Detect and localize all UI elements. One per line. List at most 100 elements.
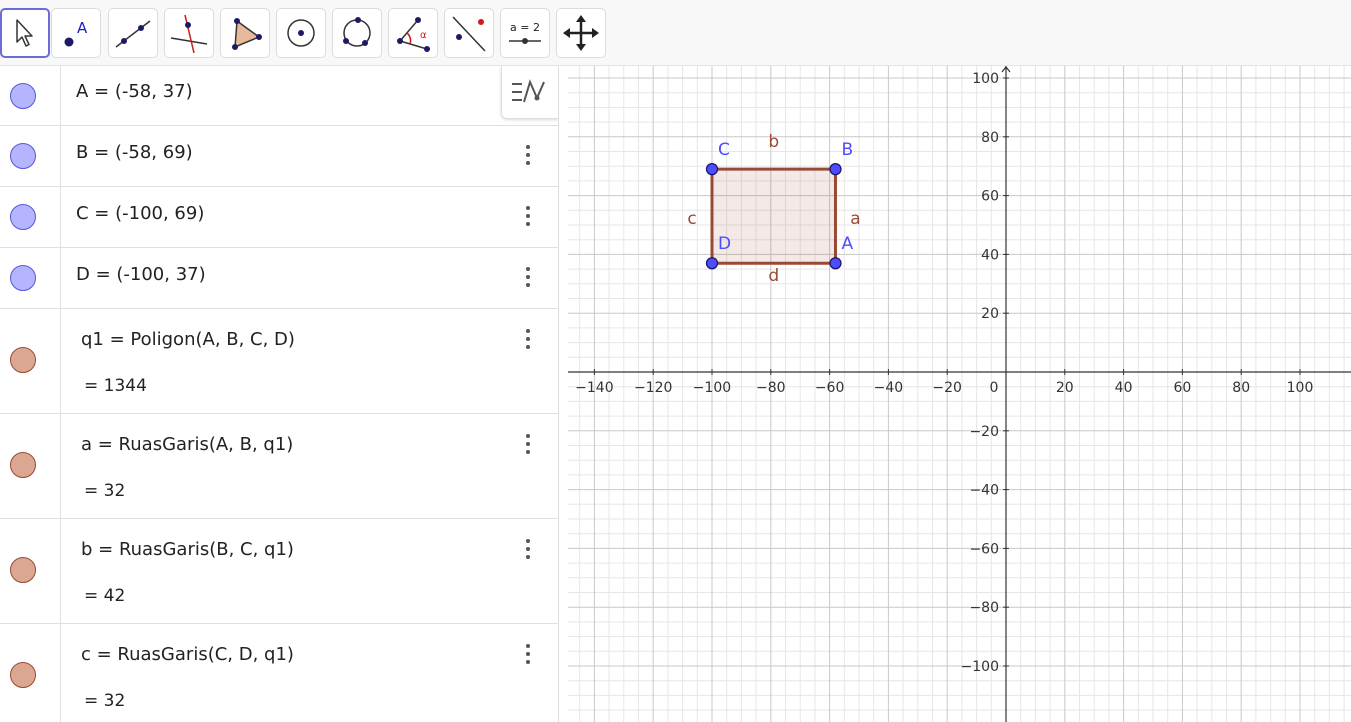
- visibility-toggle-icon[interactable]: [10, 452, 36, 478]
- x-tick-label: 80: [1232, 380, 1250, 396]
- x-tick-label: −100: [693, 380, 731, 396]
- point-tool-button[interactable]: A: [51, 8, 101, 58]
- more-options-icon[interactable]: [521, 267, 535, 289]
- algebra-row-b[interactable]: b = RuasGaris(B, C, q1) = 42: [0, 519, 558, 624]
- y-tick-label: 20: [981, 306, 999, 322]
- visibility-toggle-icon[interactable]: [10, 143, 36, 169]
- reflect-tool-button[interactable]: [444, 8, 494, 58]
- marble-cell: [0, 519, 61, 623]
- algebra-row-D[interactable]: D = (-100, 37): [0, 248, 558, 309]
- more-options-icon[interactable]: [521, 329, 535, 351]
- point-icon: A: [64, 19, 88, 47]
- perpendicular-tool-button[interactable]: [164, 8, 214, 58]
- circle-center-tool-button[interactable]: [276, 8, 326, 58]
- algebra-definition[interactable]: c = RuasGaris(C, D, q1): [81, 644, 294, 665]
- y-tick-label: 40: [981, 247, 999, 263]
- segment-label-c: c: [687, 209, 696, 229]
- point-A[interactable]: [829, 257, 842, 270]
- algebra-value: = 32: [84, 481, 126, 501]
- visibility-toggle-icon[interactable]: [10, 662, 36, 688]
- x-tick-label: −120: [634, 380, 672, 396]
- algebra-definition[interactable]: b = RuasGaris(B, C, q1): [81, 539, 294, 560]
- algebra-row-q1[interactable]: q1 = Poligon(A, B, C, D) = 1344: [0, 309, 558, 414]
- x-tick-label: 60: [1173, 380, 1191, 396]
- angle-tool-button[interactable]: α: [388, 8, 438, 58]
- marble-cell: [0, 414, 61, 518]
- algebra-definition[interactable]: a = RuasGaris(A, B, q1): [81, 434, 293, 455]
- x-tick-label: 100: [1287, 380, 1314, 396]
- circle-three-points-tool-button[interactable]: [332, 8, 382, 58]
- slider-tool-label: a = 2: [510, 21, 540, 34]
- algebra-value: = 42: [84, 586, 126, 606]
- point-label-B: B: [841, 140, 853, 160]
- segment-label-a: a: [850, 209, 860, 229]
- more-options-icon[interactable]: [521, 434, 535, 456]
- algebra-definition[interactable]: A = (-58, 37): [76, 81, 193, 102]
- algebra-definition[interactable]: B = (-58, 69): [76, 142, 193, 163]
- more-options-icon[interactable]: [521, 539, 535, 561]
- move-graphics-tool-button[interactable]: [556, 8, 606, 58]
- y-tick-label: −40: [969, 483, 999, 499]
- angle-icon: α: [397, 17, 430, 52]
- visibility-toggle-icon[interactable]: [10, 83, 36, 109]
- perpendicular-line-icon: [170, 14, 208, 54]
- algebra-value: = 32: [84, 691, 126, 711]
- segment-label-d: d: [768, 266, 779, 286]
- polygon-icon: [232, 18, 262, 50]
- circle-three-points-icon: [343, 17, 371, 47]
- point-B[interactable]: [829, 162, 842, 176]
- y-tick-label: 60: [981, 189, 999, 205]
- visibility-toggle-icon[interactable]: [10, 204, 36, 230]
- toolbar: A α a = 2: [0, 0, 1351, 66]
- point-label-D: D: [718, 234, 731, 254]
- more-options-icon[interactable]: [521, 145, 535, 167]
- point-label-A: A: [841, 234, 853, 254]
- circle-center-icon: [287, 19, 315, 47]
- slider-tool-button[interactable]: a = 2: [500, 8, 550, 58]
- angle-tool-label: α: [420, 30, 427, 41]
- algebra-row-B[interactable]: B = (-58, 69): [0, 126, 558, 187]
- move-arrows-icon: [563, 15, 599, 51]
- marble-cell: [0, 624, 61, 722]
- marble-cell: [0, 187, 61, 247]
- line-tool-button[interactable]: [108, 8, 158, 58]
- x-tick-label: 0: [990, 380, 999, 396]
- x-tick-label: −80: [756, 380, 786, 396]
- x-tick-label: −60: [815, 380, 845, 396]
- y-tick-label: 80: [981, 130, 999, 146]
- algebra-row-C[interactable]: C = (-100, 69): [0, 187, 558, 248]
- algebra-row-a[interactable]: a = RuasGaris(A, B, q1) = 32: [0, 414, 558, 519]
- point-D[interactable]: [705, 257, 719, 270]
- coordinate-plane[interactable]: −140 −120 −100 −80 −60 −40 −20 0 20 40 60 80 100 100…: [568, 66, 1351, 722]
- algebra-definition[interactable]: C = (-100, 69): [76, 203, 204, 224]
- more-options-icon[interactable]: [521, 206, 535, 228]
- line-icon: [115, 20, 151, 48]
- algebra-value: = 1344: [84, 376, 147, 396]
- segment-label-b: b: [768, 132, 779, 152]
- visibility-toggle-icon[interactable]: [10, 265, 36, 291]
- point-C[interactable]: [705, 162, 719, 176]
- reflect-icon: [452, 16, 486, 52]
- algebra-row-A[interactable]: A = (-58, 37): [0, 66, 558, 126]
- point-tool-label: A: [77, 19, 88, 37]
- x-tick-label: 20: [1056, 380, 1074, 396]
- more-options-icon[interactable]: [521, 644, 535, 666]
- move-tool-button[interactable]: [0, 8, 50, 58]
- visibility-toggle-icon[interactable]: [10, 557, 36, 583]
- y-tick-label: −60: [969, 541, 999, 557]
- y-tick-label: 100: [972, 71, 999, 87]
- algebra-row-c[interactable]: c = RuasGaris(C, D, q1) = 32: [0, 624, 558, 722]
- point-label-C: C: [718, 140, 730, 160]
- x-tick-label: −20: [932, 380, 962, 396]
- algebra-definition[interactable]: q1 = Poligon(A, B, C, D): [81, 329, 295, 350]
- visibility-toggle-icon[interactable]: [10, 347, 36, 373]
- algebra-definition[interactable]: D = (-100, 37): [76, 264, 206, 285]
- graphics-view[interactable]: −140 −120 −100 −80 −60 −40 −20 0 20 40 60 80 100 100…: [568, 66, 1351, 722]
- algebra-style-button[interactable]: [501, 66, 558, 119]
- polygon-tool-button[interactable]: [220, 8, 270, 58]
- algebra-view: A = (-58, 37) B = (-58, 69) C = (-100, 6…: [0, 66, 559, 722]
- arrow-cursor-icon: [16, 19, 33, 47]
- marble-cell: [0, 309, 61, 413]
- y-tick-label: −100: [961, 659, 999, 675]
- y-tick-label: −80: [969, 600, 999, 616]
